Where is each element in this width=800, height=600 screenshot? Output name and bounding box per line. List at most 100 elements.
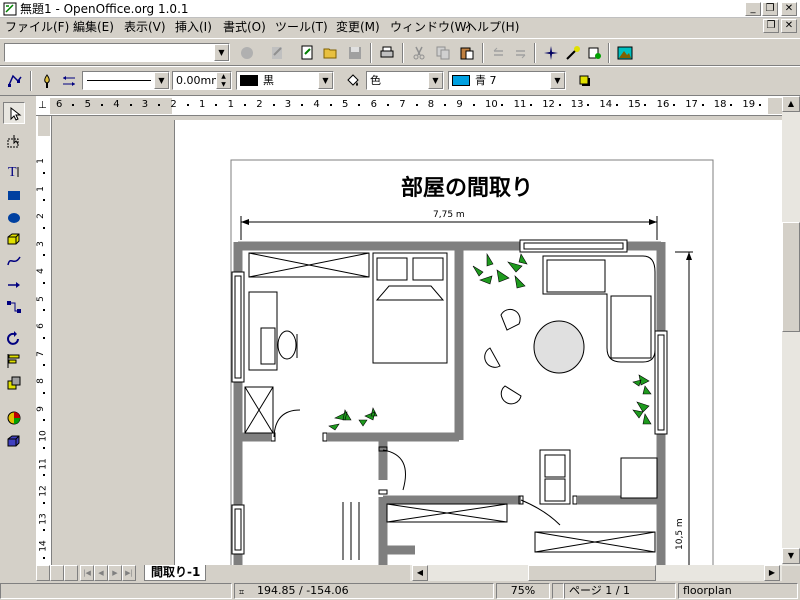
chevron-down-icon[interactable]: ▼ bbox=[318, 72, 333, 89]
app-icon bbox=[3, 2, 17, 16]
ruler-tick bbox=[43, 501, 45, 504]
zoom-tool[interactable] bbox=[3, 130, 25, 152]
drawing-view-button[interactable] bbox=[36, 565, 50, 581]
area-fill-icon[interactable] bbox=[342, 70, 364, 92]
line-style-combo[interactable]: ▼ bbox=[82, 71, 170, 90]
menu-help[interactable]: ヘルプ(H) bbox=[462, 20, 522, 35]
scroll-down-icon[interactable]: ▼ bbox=[782, 548, 800, 564]
chevron-down-icon[interactable]: ▼ bbox=[214, 44, 229, 61]
zoom-level[interactable]: 75% bbox=[496, 583, 550, 599]
ruler-label: 7 bbox=[36, 350, 46, 357]
rectangle-tool[interactable] bbox=[3, 184, 25, 206]
status-bar: ⌗ 194.85 / -154.06 75% ページ 1 / 1 floorpl… bbox=[0, 582, 800, 600]
chevron-down-icon[interactable]: ▼ bbox=[550, 72, 565, 89]
first-page-icon[interactable]: |◀ bbox=[80, 565, 94, 581]
edit-file-button[interactable] bbox=[266, 42, 288, 64]
chevron-down-icon[interactable]: ▼ bbox=[428, 72, 443, 89]
menu-modify[interactable]: 変更(M) bbox=[333, 20, 383, 35]
line-width-field[interactable]: 0.00mm ▲ ▼ bbox=[172, 71, 232, 90]
stylist-button[interactable] bbox=[562, 42, 584, 64]
text-tool[interactable]: T bbox=[3, 160, 25, 182]
ruler-tick bbox=[43, 446, 45, 449]
master-view-button[interactable] bbox=[50, 565, 64, 581]
drawing-canvas[interactable]: 部屋の間取り 7,75 m 10,5 m bbox=[52, 117, 782, 565]
tab-stop-icon[interactable]: ⊥ bbox=[38, 100, 47, 111]
connector-tool[interactable] bbox=[3, 296, 25, 318]
ruler-label: 2 bbox=[36, 213, 46, 219]
page-tab-bar: |◀ ◀ ▶ ▶| 間取り-1 bbox=[36, 565, 410, 581]
scroll-thumb[interactable] bbox=[782, 222, 800, 332]
stop-load-button[interactable] bbox=[236, 42, 258, 64]
rotate-tool[interactable] bbox=[3, 328, 25, 350]
doc-close-button[interactable]: ✕ bbox=[781, 19, 797, 33]
print-button[interactable] bbox=[376, 42, 398, 64]
tab-floorplan[interactable]: 間取り-1 bbox=[144, 565, 206, 581]
3d-controller-tool[interactable] bbox=[3, 430, 25, 452]
chevron-down-icon[interactable]: ▼ bbox=[154, 72, 169, 89]
next-page-icon[interactable]: ▶ bbox=[108, 565, 122, 581]
image-button[interactable] bbox=[614, 42, 636, 64]
save-button[interactable] bbox=[344, 42, 366, 64]
ruler-tick bbox=[43, 364, 45, 367]
menu-file[interactable]: ファイル(F) bbox=[2, 20, 72, 35]
insert-object-tool[interactable] bbox=[3, 406, 25, 428]
scroll-thumb[interactable] bbox=[528, 565, 656, 581]
gallery-button[interactable] bbox=[584, 42, 606, 64]
arrow-style-icon[interactable] bbox=[58, 70, 80, 92]
minimize-button[interactable]: _ bbox=[745, 2, 761, 16]
area-color-combo[interactable]: 青 7 ▼ bbox=[448, 71, 566, 90]
drawing-page[interactable]: 部屋の間取り 7,75 m 10,5 m bbox=[174, 120, 782, 565]
url-combo[interactable]: ▼ bbox=[4, 43, 230, 62]
line-tool[interactable] bbox=[3, 274, 25, 296]
open-folder-button[interactable] bbox=[320, 42, 342, 64]
ruler-tick bbox=[644, 104, 647, 106]
ruler-tick bbox=[43, 529, 45, 532]
ruler-tick bbox=[43, 419, 45, 422]
undo-button[interactable] bbox=[488, 42, 510, 64]
ruler-label: 2 bbox=[256, 99, 263, 110]
scroll-right-icon[interactable]: ▶ bbox=[764, 565, 780, 581]
copy-button[interactable] bbox=[432, 42, 454, 64]
scroll-up-icon[interactable]: ▲ bbox=[782, 96, 800, 112]
menu-tools[interactable]: ツール(T) bbox=[272, 20, 331, 35]
menu-format[interactable]: 書式(O) bbox=[220, 20, 269, 35]
layer-view-button[interactable] bbox=[64, 565, 78, 581]
doc-restore-button[interactable]: ❐ bbox=[763, 19, 779, 33]
select-tool[interactable] bbox=[3, 102, 25, 124]
ruler-tick bbox=[43, 281, 45, 284]
arrange-tool[interactable] bbox=[3, 372, 25, 394]
area-style-combo[interactable]: 色 ▼ bbox=[366, 71, 444, 90]
menu-view[interactable]: 表示(V) bbox=[121, 20, 169, 35]
menu-edit[interactable]: 編集(E) bbox=[70, 20, 117, 35]
cut-button[interactable] bbox=[408, 42, 430, 64]
curve-tool[interactable] bbox=[3, 250, 25, 272]
navigator-button[interactable] bbox=[540, 42, 562, 64]
ruler-label: 19 bbox=[742, 99, 756, 110]
vertical-scrollbar[interactable]: ▲ ▼ bbox=[782, 96, 800, 566]
3d-object-tool[interactable] bbox=[3, 228, 25, 250]
close-button[interactable]: ✕ bbox=[781, 2, 797, 16]
floorplan-title[interactable]: 部屋の間取り bbox=[401, 170, 533, 202]
line-color-combo[interactable]: 黒 ▼ bbox=[236, 71, 334, 90]
paste-button[interactable] bbox=[456, 42, 478, 64]
ruler-label: 13 bbox=[570, 99, 584, 110]
last-page-icon[interactable]: ▶| bbox=[122, 565, 136, 581]
points-edit-button[interactable] bbox=[4, 70, 26, 92]
redo-button[interactable] bbox=[510, 42, 532, 64]
ruler-label: 12 bbox=[38, 485, 49, 497]
ruler-label: 17 bbox=[685, 99, 698, 110]
line-style-icon[interactable] bbox=[36, 70, 58, 92]
new-document-button[interactable] bbox=[296, 42, 318, 64]
shadow-button[interactable] bbox=[574, 70, 596, 92]
ruler-tick bbox=[272, 104, 275, 106]
prev-page-icon[interactable]: ◀ bbox=[94, 565, 108, 581]
restore-button[interactable]: ❐ bbox=[762, 2, 778, 16]
horizontal-scrollbar[interactable]: ◀ ▶ bbox=[410, 565, 782, 581]
alignment-tool[interactable] bbox=[3, 350, 25, 372]
scroll-left-icon[interactable]: ◀ bbox=[412, 565, 428, 581]
spin-icon[interactable]: ▲ ▼ bbox=[216, 72, 231, 89]
menu-insert[interactable]: 挿入(I) bbox=[172, 20, 215, 35]
ruler-tick bbox=[415, 104, 418, 106]
ruler-label: 4 bbox=[36, 268, 46, 274]
ellipse-tool[interactable] bbox=[3, 206, 25, 228]
